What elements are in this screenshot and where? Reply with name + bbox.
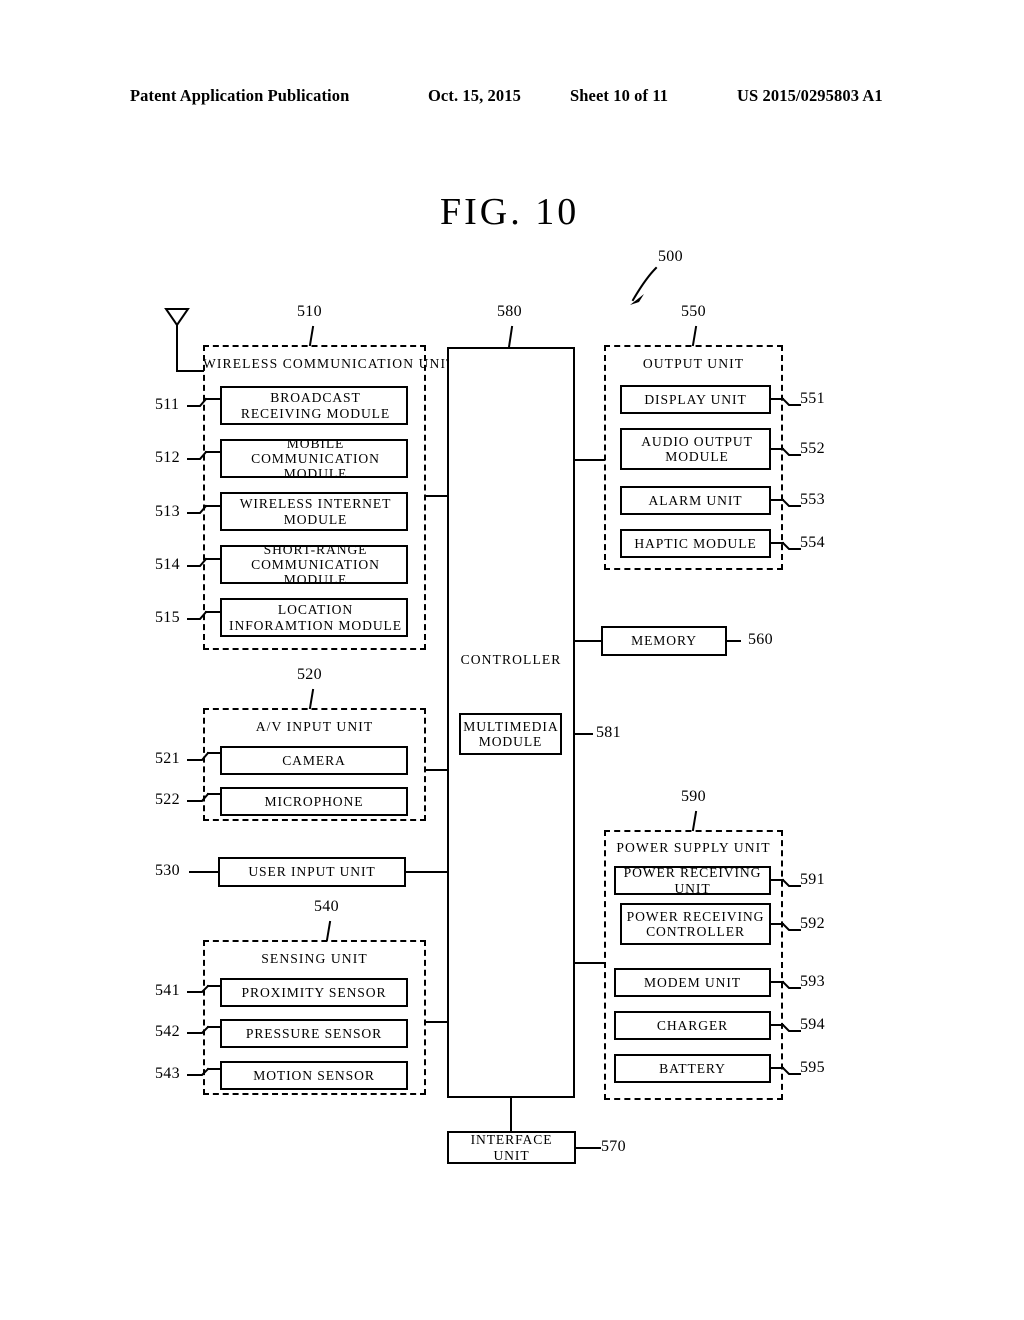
microphone-block[interactable]: MICROPHONE [220, 787, 408, 816]
alarm-unit-label: ALARM UNIT [648, 492, 743, 508]
multimedia-module-label: MULTIMEDIA MODULE [463, 718, 559, 749]
multimedia-module-block[interactable]: MULTIMEDIA MODULE [459, 713, 562, 755]
ref-553: 553 [800, 491, 825, 508]
charger-label: CHARGER [656, 1017, 729, 1033]
audio-output-module-block[interactable]: AUDIO OUTPUT MODULE [620, 428, 771, 470]
broadcast-receiving-module[interactable]: BROADCAST RECEIVING MODULE [220, 386, 408, 425]
header-patent-number: US 2015/0295803 A1 [737, 86, 883, 105]
ref-560: 560 [748, 631, 773, 648]
ref-512: 512 [155, 449, 180, 466]
ref-580: 580 [497, 303, 522, 320]
ref-515: 515 [155, 609, 180, 626]
ref-551: 551 [800, 390, 825, 407]
ref-594: 594 [800, 1016, 825, 1033]
controller-label: CONTROLLER [460, 652, 562, 667]
ref-513: 513 [155, 503, 180, 520]
power-receiving-unit-block[interactable]: POWER RECEIVING UNIT [614, 865, 771, 896]
ref-552: 552 [800, 440, 825, 457]
ref-540: 540 [314, 898, 339, 915]
power-receiving-unit-label: POWER RECEIVING UNIT [623, 865, 762, 896]
broadcast-receiving-module-label: BROADCAST RECEIVING MODULE [240, 390, 391, 421]
ref-550: 550 [681, 303, 706, 320]
ref-554: 554 [800, 534, 825, 551]
short-range-communication-module[interactable]: SHORT-RANGE COMMUNICATION MODULE [220, 542, 408, 587]
proximity-sensor-label: PROXIMITY SENSOR [241, 984, 387, 1000]
proximity-sensor-block[interactable]: PROXIMITY SENSOR [220, 978, 408, 1007]
power-receiving-controller-block[interactable]: POWER RECEIVING CONTROLLER [620, 903, 771, 945]
ref-520: 520 [297, 666, 322, 683]
ref-521: 521 [155, 750, 180, 767]
ref-595: 595 [800, 1059, 825, 1076]
ref-592: 592 [800, 915, 825, 932]
battery-block[interactable]: BATTERY [614, 1054, 771, 1083]
output-unit-label: OUTPUT UNIT [642, 356, 745, 371]
mobile-communication-module[interactable]: MOBILE COMMUNICATION MODULE [220, 436, 408, 481]
interface-unit-block[interactable]: INTERFACE UNIT [447, 1131, 576, 1164]
power-receiving-controller-label: POWER RECEIVING CONTROLLER [626, 908, 765, 939]
ref-500: 500 [658, 248, 683, 265]
power-supply-unit-label: POWER SUPPLY UNIT [616, 840, 771, 855]
battery-label: BATTERY [659, 1060, 726, 1076]
ref-543: 543 [155, 1065, 180, 1082]
modem-unit-block[interactable]: MODEM UNIT [614, 968, 771, 997]
camera-block[interactable]: CAMERA [220, 746, 408, 775]
antenna-icon [164, 308, 190, 327]
user-input-unit-label: USER INPUT UNIT [248, 864, 376, 880]
modem-unit-label: MODEM UNIT [644, 974, 741, 990]
display-unit-label: DISPLAY UNIT [644, 391, 747, 407]
camera-label: CAMERA [282, 752, 346, 768]
interface-unit-label: INTERFACE UNIT [470, 1132, 553, 1163]
ref-593: 593 [800, 973, 825, 990]
header-date: Oct. 15, 2015 [428, 86, 521, 105]
ref-590: 590 [681, 788, 706, 805]
ref-581: 581 [596, 724, 621, 741]
mobile-communication-module-label: MOBILE COMMUNICATION MODULE [251, 435, 380, 482]
memory-label: MEMORY [631, 633, 697, 649]
memory-block[interactable]: MEMORY [601, 626, 727, 656]
figure-title: FIG. 10 [440, 191, 580, 233]
av-input-unit-label: A/V INPUT UNIT [255, 719, 374, 734]
ref-542: 542 [155, 1023, 180, 1040]
location-information-module-label: LOCATION INFORAMTION MODULE [229, 602, 402, 633]
pressure-sensor-block[interactable]: PRESSURE SENSOR [220, 1019, 408, 1048]
patent-figure-sheet: Patent Application Publication Oct. 15, … [0, 0, 1024, 1320]
wireless-communication-unit-label: WIRELESS COMMUNICATION UNIT [203, 356, 456, 371]
ref-570: 570 [601, 1138, 626, 1155]
ref-514: 514 [155, 556, 180, 573]
location-information-module[interactable]: LOCATION INFORAMTION MODULE [220, 598, 408, 637]
haptic-module-block[interactable]: HAPTIC MODULE [620, 529, 771, 558]
header-publication: Patent Application Publication [130, 86, 350, 105]
audio-output-module-label: AUDIO OUTPUT MODULE [641, 433, 753, 464]
ref-522: 522 [155, 791, 180, 808]
haptic-module-label: HAPTIC MODULE [634, 535, 757, 551]
charger-block[interactable]: CHARGER [614, 1011, 771, 1040]
ref-591: 591 [800, 871, 825, 888]
ref-541: 541 [155, 982, 180, 999]
ref-511: 511 [155, 396, 180, 413]
ref-510: 510 [297, 303, 322, 320]
short-range-communication-module-label: SHORT-RANGE COMMUNICATION MODULE [251, 541, 380, 588]
alarm-unit-block[interactable]: ALARM UNIT [620, 486, 771, 515]
motion-sensor-label: MOTION SENSOR [253, 1067, 375, 1083]
header-sheet: Sheet 10 of 11 [570, 86, 669, 105]
wireless-internet-module-label: WIRELESS INTERNET MODULE [239, 496, 392, 527]
motion-sensor-block[interactable]: MOTION SENSOR [220, 1061, 408, 1090]
wireless-internet-module[interactable]: WIRELESS INTERNET MODULE [220, 492, 408, 531]
microphone-label: MICROPHONE [264, 793, 364, 809]
pressure-sensor-label: PRESSURE SENSOR [245, 1025, 383, 1041]
user-input-unit-block[interactable]: USER INPUT UNIT [218, 857, 406, 887]
display-unit-block[interactable]: DISPLAY UNIT [620, 385, 771, 414]
ref-530: 530 [155, 862, 180, 879]
sensing-unit-label: SENSING UNIT [261, 951, 368, 966]
